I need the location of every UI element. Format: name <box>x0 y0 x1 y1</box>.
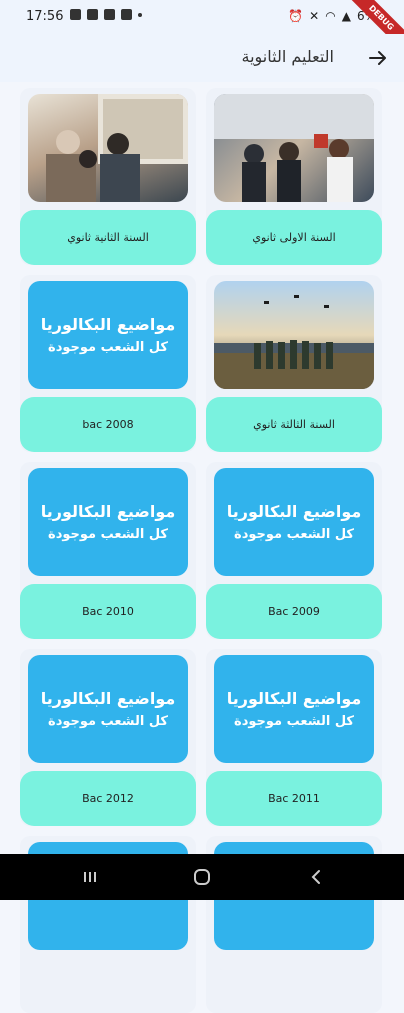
chat-icon <box>104 9 115 20</box>
bac-banner-image: مواضيع البكالوريا كل الشعب موجودة <box>28 281 188 389</box>
grid-card[interactable]: مواضيع البكالوريا كل الشعب موجودة Bac 20… <box>206 462 382 639</box>
recent-apps-icon <box>84 872 96 882</box>
banner-subtitle: كل الشعب موجودة <box>48 714 168 729</box>
banner-title: مواضيع البكالوريا <box>40 689 176 708</box>
message-icon <box>87 9 98 20</box>
grid-card[interactable]: مواضيع البكالوريا كل الشعب موجودة bac 20… <box>20 275 196 452</box>
bac-banner-image: مواضيع البكالوريا كل الشعب موجودة <box>214 655 374 763</box>
paypal-icon <box>121 9 132 20</box>
students-image <box>46 94 188 202</box>
banner-subtitle: كل الشعب موجودة <box>48 340 168 355</box>
grid-card[interactable]: السنة الاولى ثانوي <box>206 88 382 265</box>
card-label: السنة الاولى ثانوي <box>206 210 382 265</box>
grid-card[interactable]: مواضيع البكالوريا كل الشعب موجودة Bac 20… <box>20 649 196 826</box>
card-label: Bac 2011 <box>206 771 382 826</box>
banner-subtitle: كل الشعب موجودة <box>234 527 354 542</box>
card-label: السنة الثانية ثانوي <box>20 210 196 265</box>
bac-banner-image: مواضيع البكالوريا كل الشعب موجودة <box>28 468 188 576</box>
image-icon <box>70 9 81 20</box>
classroom-image <box>214 94 374 202</box>
app-bar: التعليم الثانوية <box>0 34 404 82</box>
system-nav-bar <box>0 854 404 900</box>
bac-banner-image: مواضيع البكالوريا كل الشعب موجودة <box>28 655 188 763</box>
banner-subtitle: كل الشعب موجودة <box>48 527 168 542</box>
students-photo <box>28 94 188 202</box>
chevron-left-icon <box>311 870 320 884</box>
grid-card[interactable]: السنة الثانية ثانوي <box>20 88 196 265</box>
home-button[interactable] <box>190 866 214 888</box>
grid-card[interactable]: مواضيع البكالوريا كل الشعب موجودة Bac 20… <box>20 462 196 639</box>
graduation-image <box>214 295 374 389</box>
banner-subtitle: كل الشعب موجودة <box>234 714 354 729</box>
home-icon <box>194 869 210 885</box>
graduation-photo <box>214 281 374 389</box>
mute-icon: ✕ <box>309 9 320 23</box>
status-bar: 17:56 ⏰ ✕ ◠ ▲ 6% DEBUG <box>0 0 404 56</box>
recent-apps-button[interactable] <box>78 866 102 888</box>
arrow-right-icon <box>369 51 386 65</box>
signal-icon: ▲ <box>341 9 351 23</box>
bac-banner-image: مواضيع البكالوريا كل الشعب موجودة <box>214 468 374 576</box>
back-nav-button[interactable] <box>304 866 328 888</box>
card-label: السنة الثالثة ثانوي <box>206 397 382 452</box>
banner-title: مواضيع البكالوريا <box>40 315 176 334</box>
banner-title: مواضيع البكالوريا <box>226 689 362 708</box>
card-label: Bac 2009 <box>206 584 382 639</box>
notification-icons <box>70 9 142 20</box>
page-title: التعليم الثانوية <box>241 47 335 66</box>
alarm-icon: ⏰ <box>288 9 304 23</box>
back-button[interactable] <box>364 44 392 72</box>
card-label: bac 2008 <box>20 397 196 452</box>
wifi-icon: ◠ <box>325 9 336 23</box>
more-dot-icon <box>138 13 142 17</box>
grid-card[interactable]: السنة الثالثة ثانوي <box>206 275 382 452</box>
card-label: Bac 2010 <box>20 584 196 639</box>
grid-card[interactable]: مواضيع البكالوريا كل الشعب موجودة Bac 20… <box>206 649 382 826</box>
banner-title: مواضيع البكالوريا <box>40 502 176 521</box>
status-time: 17:56 <box>26 9 64 24</box>
card-label: Bac 2012 <box>20 771 196 826</box>
banner-title: مواضيع البكالوريا <box>226 502 362 521</box>
classroom-photo <box>214 94 374 202</box>
